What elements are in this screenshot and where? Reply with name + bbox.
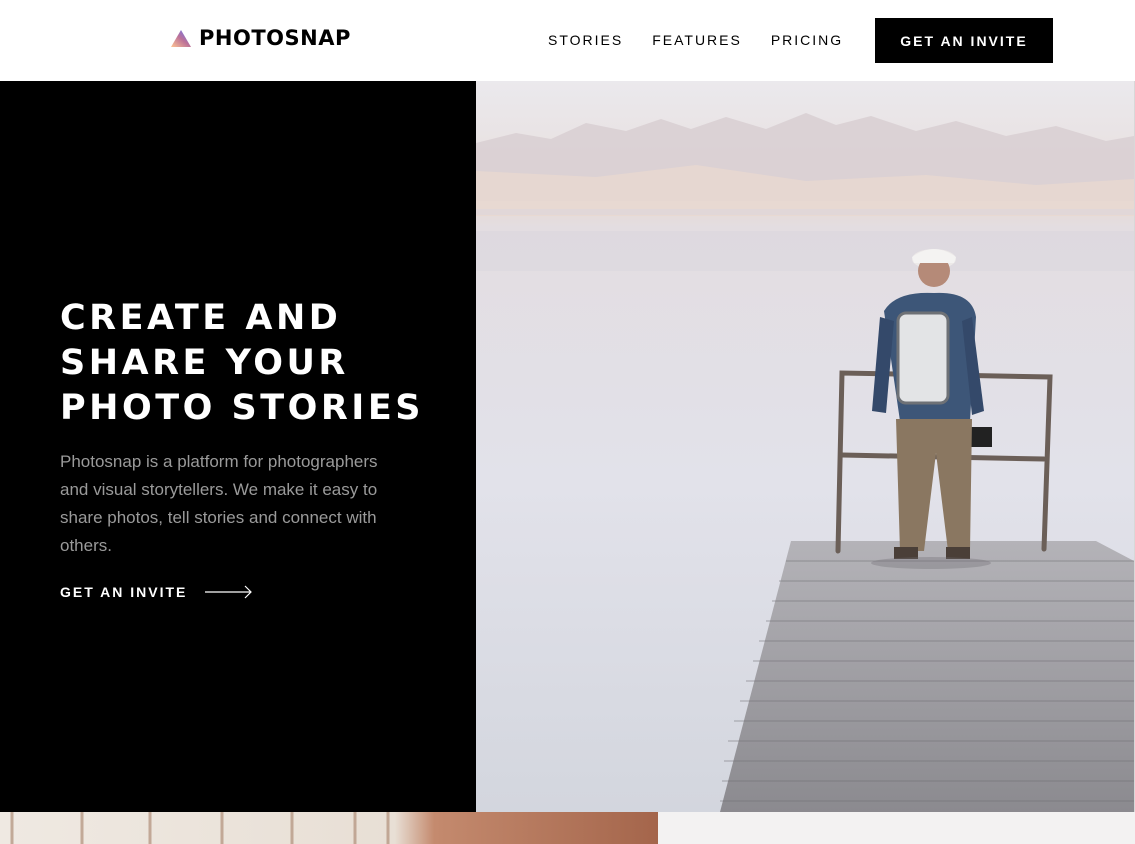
bottom-panel: [658, 812, 1135, 844]
get-invite-button[interactable]: GET AN INVITE: [875, 18, 1053, 63]
hero-link-label: GET AN INVITE: [60, 584, 188, 600]
bottom-photo-strip: [0, 812, 658, 844]
hero-title-line-2: SHARE YOUR: [60, 343, 349, 383]
nav-link-features[interactable]: FEATURES: [652, 31, 742, 49]
arrow-right-icon: [205, 585, 253, 599]
nav-link-pricing[interactable]: PRICING: [771, 31, 843, 49]
hero-title-line-1: CREATE AND: [60, 298, 342, 338]
nav-link-stories[interactable]: STORIES: [548, 31, 623, 49]
site-header: PHOTOSNAP STORIES FEATURES PRICING GET A…: [0, 0, 1135, 81]
brand-logo[interactable]: PHOTOSNAP: [171, 24, 351, 52]
triangle-logo-icon: [171, 29, 191, 47]
hero-panel: [0, 81, 476, 812]
man-on-pier-photo: [476, 81, 1134, 812]
hero-title: CREATE AND SHARE YOUR PHOTO STORIES: [60, 296, 440, 431]
main-nav: STORIES FEATURES PRICING: [548, 31, 843, 49]
hero-title-line-3: PHOTO STORIES: [60, 388, 424, 428]
hero-description: Photosnap is a platform for photographer…: [60, 452, 378, 555]
hero-get-invite-link[interactable]: GET AN INVITE: [60, 584, 253, 600]
brand-name: PHOTOSNAP: [199, 26, 351, 50]
